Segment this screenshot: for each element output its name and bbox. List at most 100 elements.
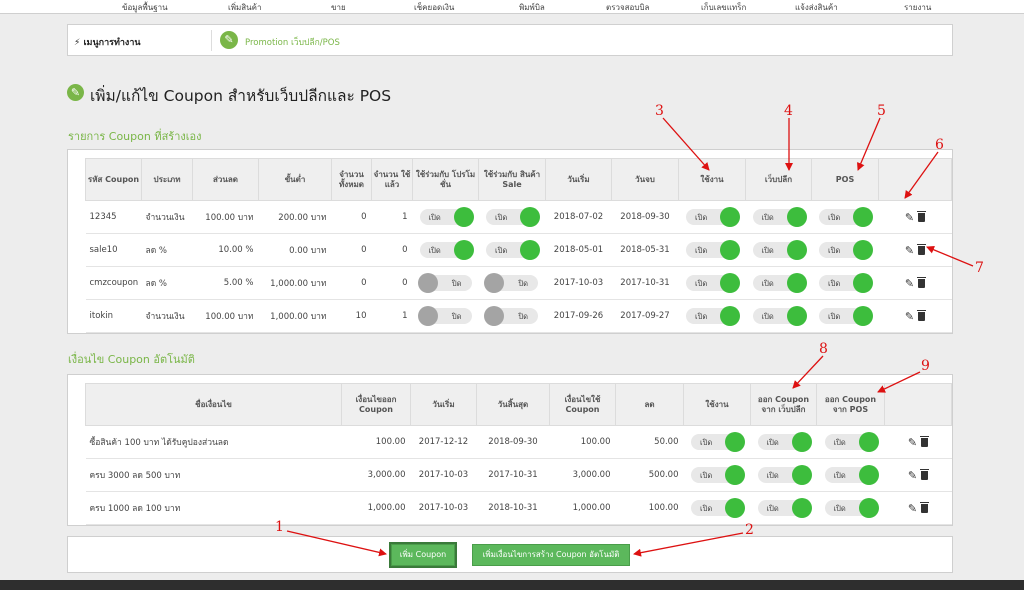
trash-icon[interactable]	[917, 276, 927, 288]
custom-coupon-panel: รหัส Coupon ประเภท ส่วนลด ขั้นต่ำ จำนวน …	[67, 149, 953, 334]
issue-web-toggle[interactable]: เปิด	[757, 498, 812, 518]
add-auto-condition-button[interactable]: เพิ่มเงื่อนไขการสร้าง Coupon อัตโนมัติ	[472, 544, 630, 566]
table-row: ครบ 1000 ลด 100 บาท 1,000.00 2017-10-03 201…	[85, 491, 952, 525]
pos-toggle[interactable]: เปิด	[819, 306, 873, 326]
sale-toggle[interactable]: ปิด	[484, 306, 538, 326]
edit-icon[interactable]: ✎	[905, 310, 914, 323]
breadcrumb-promotion[interactable]: Promotion เว็บปลีก/POS	[245, 35, 340, 49]
trash-icon[interactable]	[920, 435, 930, 447]
active-toggle[interactable]: เปิด	[691, 465, 745, 485]
nav-item-basic-data[interactable]: ข้อมูลพื้นฐาน	[122, 1, 168, 14]
issue-web-toggle[interactable]: เปิด	[757, 465, 812, 485]
col-header: ชื่อเงื่อนไข	[85, 383, 342, 426]
pos-toggle[interactable]: เปิด	[819, 207, 873, 227]
coupon-code: sale10	[85, 233, 142, 267]
trash-icon[interactable]	[917, 243, 927, 255]
edit-icon[interactable]: ✎	[908, 469, 917, 482]
divider	[211, 30, 212, 51]
end-date: 2017-10-31	[611, 266, 679, 300]
nav-item-check-balance[interactable]: เช็คยอดเงิน	[414, 1, 454, 14]
toggle-knob	[791, 465, 812, 485]
active-toggle[interactable]: เปิด	[686, 273, 740, 293]
nav-item-check-bill[interactable]: ตรวจสอบบิล	[606, 1, 649, 14]
pos-toggle[interactable]: เปิด	[819, 240, 873, 260]
promo-toggle[interactable]: เปิด	[419, 207, 474, 227]
trash-icon[interactable]	[917, 210, 927, 222]
edit-icon[interactable]: ✎	[905, 211, 914, 224]
edit-icon[interactable]: ✎	[905, 277, 914, 290]
toggle-knob	[725, 498, 745, 518]
table-row: ซื้อสินค้า 100 บาท ได้รับคูปองส่วนลด 100.…	[85, 425, 952, 459]
use-condition: 100.00	[549, 425, 616, 459]
coupon-discount: 10.00 %	[192, 233, 259, 267]
auto-coupon-panel: ชื่อเงื่อนไข เงื่อนไขออก Coupon วันเริ่ม…	[67, 374, 953, 526]
table-header-row: ชื่อเงื่อนไข เงื่อนไขออก Coupon วันเริ่ม…	[85, 383, 952, 426]
col-header: ประเภท	[141, 158, 193, 201]
pos-toggle[interactable]: เปิด	[819, 273, 873, 293]
coupon-used: 0	[371, 233, 413, 267]
issue-pos-toggle[interactable]: เปิด	[824, 465, 879, 485]
coupon-used: 0	[371, 266, 413, 300]
trash-icon[interactable]	[920, 468, 930, 480]
toggle-knob	[720, 207, 740, 227]
sale-toggle[interactable]: ปิด	[484, 273, 538, 293]
trash-icon[interactable]	[920, 501, 930, 513]
active-toggle[interactable]: เปิด	[686, 240, 740, 260]
promo-toggle[interactable]: เปิด	[419, 240, 474, 260]
toggle-knob	[853, 306, 873, 326]
toggle-knob	[786, 306, 807, 326]
condition-discount: 500.00	[615, 458, 684, 492]
promo-toggle[interactable]: ปิด	[417, 273, 472, 293]
active-toggle[interactable]: เปิด	[691, 498, 745, 518]
toggle-knob	[786, 273, 807, 293]
issue-web-toggle[interactable]: เปิด	[757, 432, 812, 452]
top-nav: ข้อมูลพื้นฐาน เพิ่มสินค้า ขาย เช็คยอดเงิ…	[0, 0, 1024, 14]
nav-item-sell[interactable]: ขาย	[331, 1, 346, 14]
web-retail-toggle[interactable]: เปิด	[752, 207, 807, 227]
tag-icon: ✎	[67, 84, 84, 101]
toggle-knob	[453, 207, 474, 227]
trash-icon[interactable]	[917, 309, 927, 321]
active-toggle[interactable]: เปิด	[686, 306, 740, 326]
sale-toggle[interactable]: เปิด	[486, 240, 540, 260]
sale-toggle[interactable]: เปิด	[486, 207, 540, 227]
section-title-custom-coupons: รายการ Coupon ที่สร้างเอง	[68, 130, 202, 143]
toggle-knob	[520, 240, 540, 260]
active-toggle[interactable]: เปิด	[691, 432, 745, 452]
add-coupon-button[interactable]: เพิ่ม Coupon	[389, 542, 457, 568]
start-date: 2018-05-01	[545, 233, 612, 267]
nav-item-print-bill[interactable]: พิมพ์บิล	[519, 1, 545, 14]
web-retail-toggle[interactable]: เปิด	[752, 306, 807, 326]
nav-item-report[interactable]: รายงาน	[904, 1, 931, 14]
nav-item-tracking[interactable]: เก็บเลขแทร็ก	[701, 1, 746, 14]
coupon-discount: 100.00 บาท	[192, 299, 259, 333]
work-menu-title: ⚡ เมนูการทำงาน	[74, 38, 141, 48]
toggle-knob	[786, 240, 807, 260]
work-menu-bar: ⚡ เมนูการทำงาน ✎ Promotion เว็บปลีก/POS	[67, 24, 953, 56]
coupon-total: 10	[331, 299, 372, 333]
table-row: 12345 จำนวนเงิน 100.00 บาท 200.00 บาท 0 1 เปิด…	[85, 200, 952, 234]
toggle-knob	[725, 465, 745, 485]
end-date: 2018-10-31	[476, 491, 550, 525]
active-toggle[interactable]: เปิด	[686, 207, 740, 227]
edit-icon[interactable]: ✎	[908, 436, 917, 449]
nav-item-shipping[interactable]: แจ้งส่งสินค้า	[795, 1, 838, 14]
toggle-knob	[417, 273, 438, 293]
edit-icon[interactable]: ✎	[905, 244, 914, 257]
condition-discount: 50.00	[615, 425, 684, 459]
col-header: วันเริ่ม	[545, 158, 612, 201]
web-retail-toggle[interactable]: เปิด	[752, 240, 807, 260]
edit-icon[interactable]: ✎	[908, 502, 917, 515]
col-header: รหัส Coupon	[85, 158, 142, 201]
promo-toggle[interactable]: ปิด	[417, 306, 472, 326]
end-date: 2018-09-30	[476, 425, 550, 459]
use-condition: 3,000.00	[549, 458, 616, 492]
table-row: ครบ 3000 ลด 500 บาท 3,000.00 2017-10-03 201…	[85, 458, 952, 492]
nav-item-add-product[interactable]: เพิ่มสินค้า	[228, 1, 261, 14]
web-retail-toggle[interactable]: เปิด	[752, 273, 807, 293]
toggle-knob	[453, 240, 474, 260]
start-date: 2017-12-12	[410, 425, 477, 459]
annotation-number: 1	[275, 519, 284, 535]
issue-pos-toggle[interactable]: เปิด	[824, 498, 879, 518]
issue-pos-toggle[interactable]: เปิด	[824, 432, 879, 452]
